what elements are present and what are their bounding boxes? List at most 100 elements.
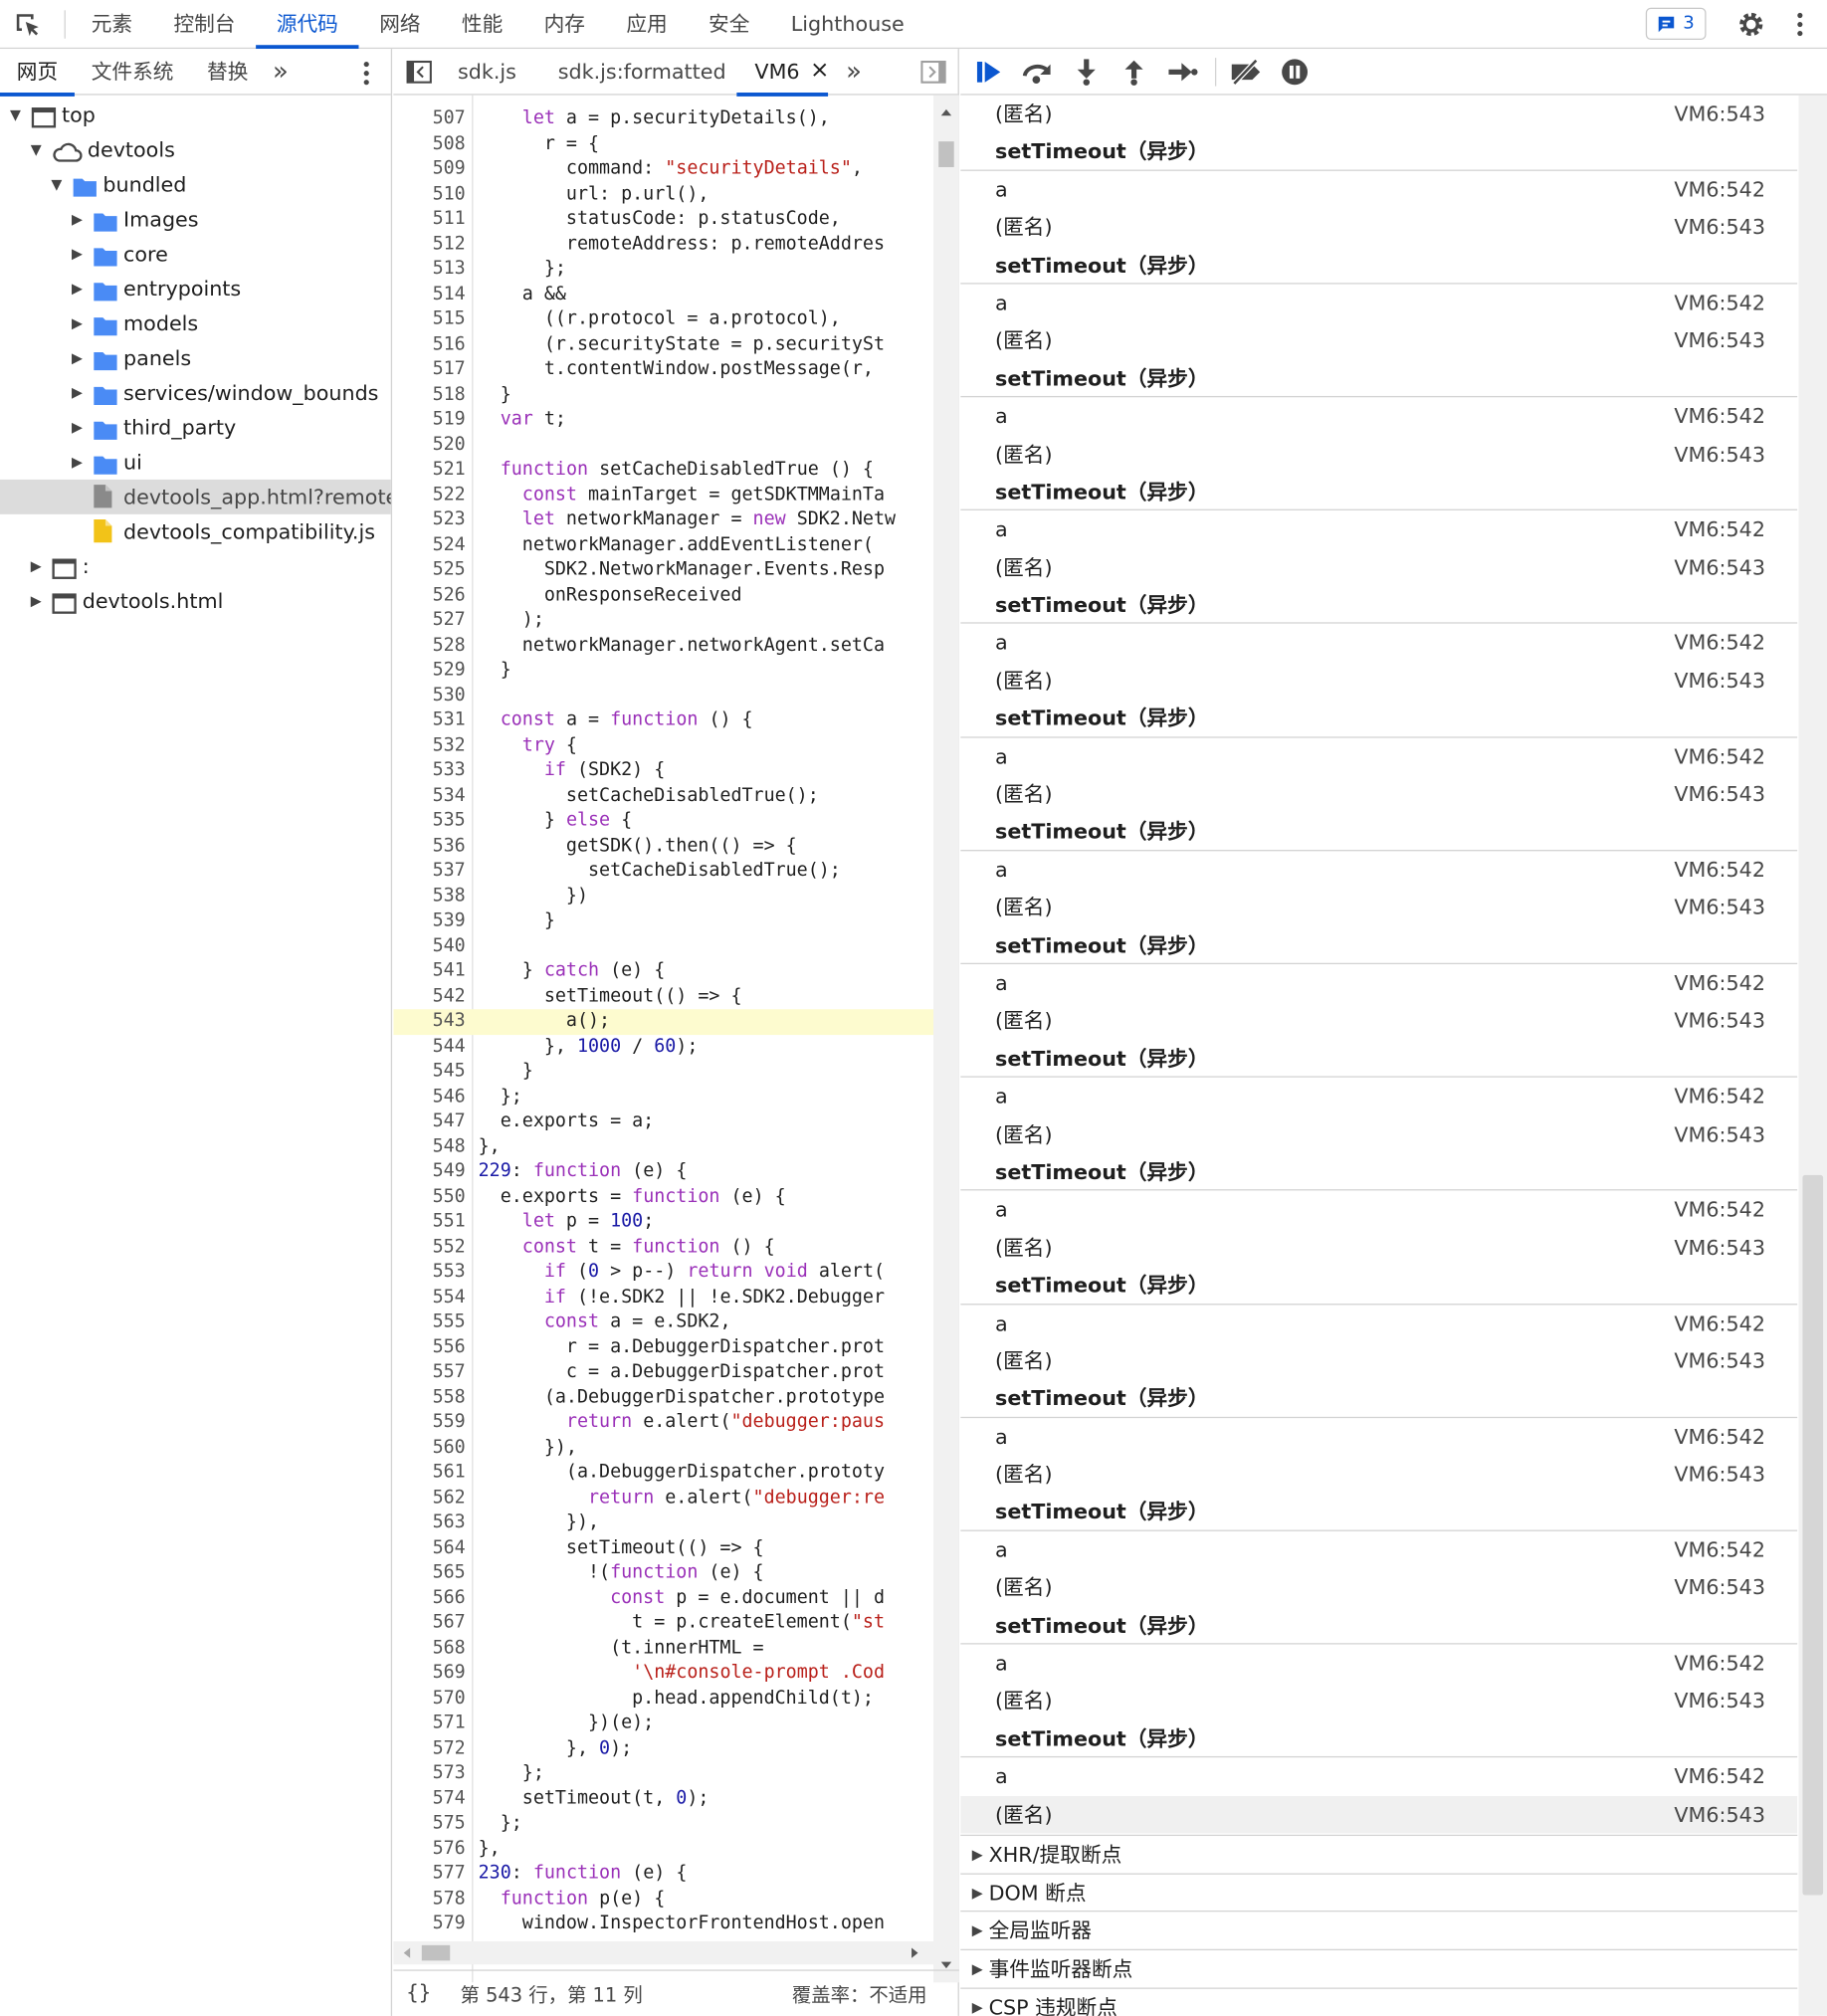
call-frame-a[interactable]: a VM6:542 [960, 1757, 1797, 1795]
collapsed-triangle-icon[interactable]: ▶ [70, 202, 86, 237]
frame-location[interactable]: VM6:542 [1674, 171, 1765, 209]
code-line[interactable]: 572 }, 0); [393, 1736, 933, 1761]
tree-item[interactable]: ▶: [0, 549, 391, 584]
code-line[interactable]: 558 (a.DebuggerDispatcher.prototype [393, 1385, 933, 1410]
line-number[interactable]: 516 [393, 332, 466, 357]
tree-item[interactable]: devtools_compatibility.js [0, 514, 391, 549]
frame-location[interactable]: VM6:543 [1674, 1795, 1765, 1833]
frame-location[interactable]: VM6:543 [1674, 209, 1765, 247]
async-boundary[interactable]: setTimeout（异步） [960, 1607, 1798, 1645]
line-number[interactable]: 562 [393, 1486, 466, 1511]
code-line[interactable]: 518 } [393, 382, 933, 407]
line-number[interactable]: 510 [393, 182, 466, 207]
main-tab-2[interactable]: 源代码 [256, 0, 359, 50]
call-frame-anonymous[interactable]: (匿名) VM6:543 [960, 1342, 1797, 1380]
editor-horizontal-scrollbar[interactable] [393, 1940, 934, 1965]
call-frame-anonymous[interactable]: (匿名) VM6:543 [960, 1115, 1797, 1153]
resume-icon[interactable] [973, 58, 1004, 86]
breakpoint-section[interactable]: ▶ 全局监听器 [960, 1911, 1798, 1949]
code-line[interactable]: 565 !(function (e) { [393, 1561, 933, 1586]
call-frame-anonymous[interactable]: (匿名) VM6:543 [960, 209, 1797, 247]
code-line[interactable]: 507 let a = p.securityDetails(), [393, 106, 933, 131]
call-frame-a[interactable]: a VM6:542 [960, 1078, 1797, 1115]
frame-location[interactable]: VM6:543 [1674, 889, 1765, 926]
code-line[interactable]: 578 function p(e) { [393, 1887, 933, 1912]
frame-location[interactable]: VM6:543 [1674, 775, 1765, 813]
line-number[interactable]: 563 [393, 1511, 466, 1535]
line-number[interactable]: 507 [393, 106, 466, 131]
pause-on-exceptions-icon[interactable] [1281, 58, 1309, 86]
collapsed-triangle-icon[interactable]: ▶ [972, 1874, 983, 1912]
code-line[interactable]: 571 })(e); [393, 1712, 933, 1736]
code-line[interactable]: 528 networkManager.networkAgent.setCa [393, 633, 933, 658]
async-boundary[interactable]: setTimeout（异步） [960, 473, 1798, 511]
code-line[interactable]: 561 (a.DebuggerDispatcher.prototy [393, 1461, 933, 1486]
line-number[interactable]: 560 [393, 1436, 466, 1461]
tree-item[interactable]: ▶ Images [0, 202, 391, 237]
code-line[interactable]: 545 } [393, 1060, 933, 1085]
code-line[interactable]: 540 [393, 934, 933, 959]
call-frame-a[interactable]: a VM6:542 [960, 397, 1797, 435]
collapsed-triangle-icon[interactable]: ▶ [972, 1950, 983, 1988]
call-frame-a[interactable]: a VM6:542 [960, 1305, 1797, 1342]
call-frame-a[interactable]: a VM6:542 [960, 737, 1797, 775]
line-number[interactable]: 575 [393, 1811, 466, 1836]
main-tab-3[interactable]: 网络 [359, 0, 442, 49]
toggle-debugger-icon[interactable] [920, 60, 946, 84]
code-line[interactable]: 538 }) [393, 884, 933, 908]
frame-location[interactable]: VM6:542 [1674, 1418, 1765, 1456]
code-line[interactable]: 566 const p = e.document || d [393, 1586, 933, 1611]
editor-horizontal-scroll-thumb[interactable] [421, 1944, 451, 1961]
line-number[interactable]: 574 [393, 1786, 466, 1811]
code-line[interactable]: 556 r = a.DebuggerDispatcher.prot [393, 1335, 933, 1360]
more-tabs-chevron-icon[interactable]: » [265, 49, 296, 96]
line-number[interactable]: 517 [393, 357, 466, 382]
line-number[interactable]: 558 [393, 1385, 466, 1410]
call-frame-a[interactable]: a VM6:542 [960, 284, 1797, 321]
call-frame-a[interactable]: a VM6:542 [960, 1191, 1797, 1229]
code-line[interactable]: 569 '\n#console-prompt .Cod [393, 1661, 933, 1686]
code-line[interactable]: 547 e.exports = a; [393, 1109, 933, 1134]
line-number[interactable]: 513 [393, 257, 466, 282]
line-number[interactable]: 569 [393, 1661, 466, 1686]
code-line[interactable]: 539 } [393, 908, 933, 933]
code-line[interactable]: 559 return e.alert("debugger:paus [393, 1410, 933, 1435]
line-number[interactable]: 538 [393, 884, 466, 908]
collapsed-triangle-icon[interactable]: ▶ [70, 306, 86, 341]
code-line[interactable]: 567 t = p.createElement("st [393, 1611, 933, 1636]
code-area[interactable]: 507 let a = p.securityDetails(), 508 r = … [393, 95, 934, 1983]
expanded-triangle-icon[interactable]: ▼ [28, 132, 44, 167]
frame-location[interactable]: VM6:543 [1674, 1002, 1765, 1040]
line-number[interactable]: 527 [393, 608, 466, 633]
more-options-icon[interactable] [1790, 12, 1811, 38]
async-boundary[interactable]: setTimeout（异步） [960, 359, 1798, 398]
code-line[interactable]: 553 if (0 > p--) return void alert( [393, 1260, 933, 1285]
code-line[interactable]: 576}, [393, 1837, 933, 1862]
code-line[interactable]: 523 let networkManager = new SDK2.Netw [393, 507, 933, 532]
async-boundary[interactable]: setTimeout（异步） [960, 926, 1798, 965]
line-number[interactable]: 571 [393, 1712, 466, 1736]
line-number[interactable]: 549 [393, 1159, 466, 1184]
code-line[interactable]: 551 let p = 100; [393, 1210, 933, 1235]
scroll-up-arrow-icon[interactable] [933, 102, 959, 120]
frame-location[interactable]: VM6:543 [1674, 435, 1765, 473]
frame-location[interactable]: VM6:543 [1674, 1683, 1765, 1720]
tab-overrides[interactable]: 替换 [190, 49, 265, 96]
tree-item[interactable]: ▶ third_party [0, 410, 391, 445]
issues-badge[interactable]: 3 [1645, 7, 1707, 41]
line-number[interactable]: 544 [393, 1034, 466, 1059]
line-number[interactable]: 509 [393, 157, 466, 182]
call-frame-a[interactable]: a VM6:542 [960, 1531, 1797, 1569]
call-frame-anonymous[interactable]: (匿名) VM6:543 [960, 1795, 1798, 1834]
code-line[interactable]: 564 setTimeout(() => { [393, 1535, 933, 1560]
collapsed-triangle-icon[interactable]: ▶ [70, 272, 86, 306]
line-number[interactable]: 545 [393, 1060, 466, 1085]
code-line[interactable]: 513 }; [393, 257, 933, 282]
frame-location[interactable]: VM6:543 [1674, 96, 1765, 133]
frame-location[interactable]: VM6:543 [1674, 1229, 1765, 1267]
line-number[interactable]: 519 [393, 408, 466, 433]
frame-location[interactable]: VM6:543 [1674, 1342, 1765, 1380]
code-line[interactable]: 511 statusCode: p.statusCode, [393, 207, 933, 232]
line-number[interactable]: 532 [393, 733, 466, 758]
step-into-icon[interactable] [1074, 58, 1100, 86]
